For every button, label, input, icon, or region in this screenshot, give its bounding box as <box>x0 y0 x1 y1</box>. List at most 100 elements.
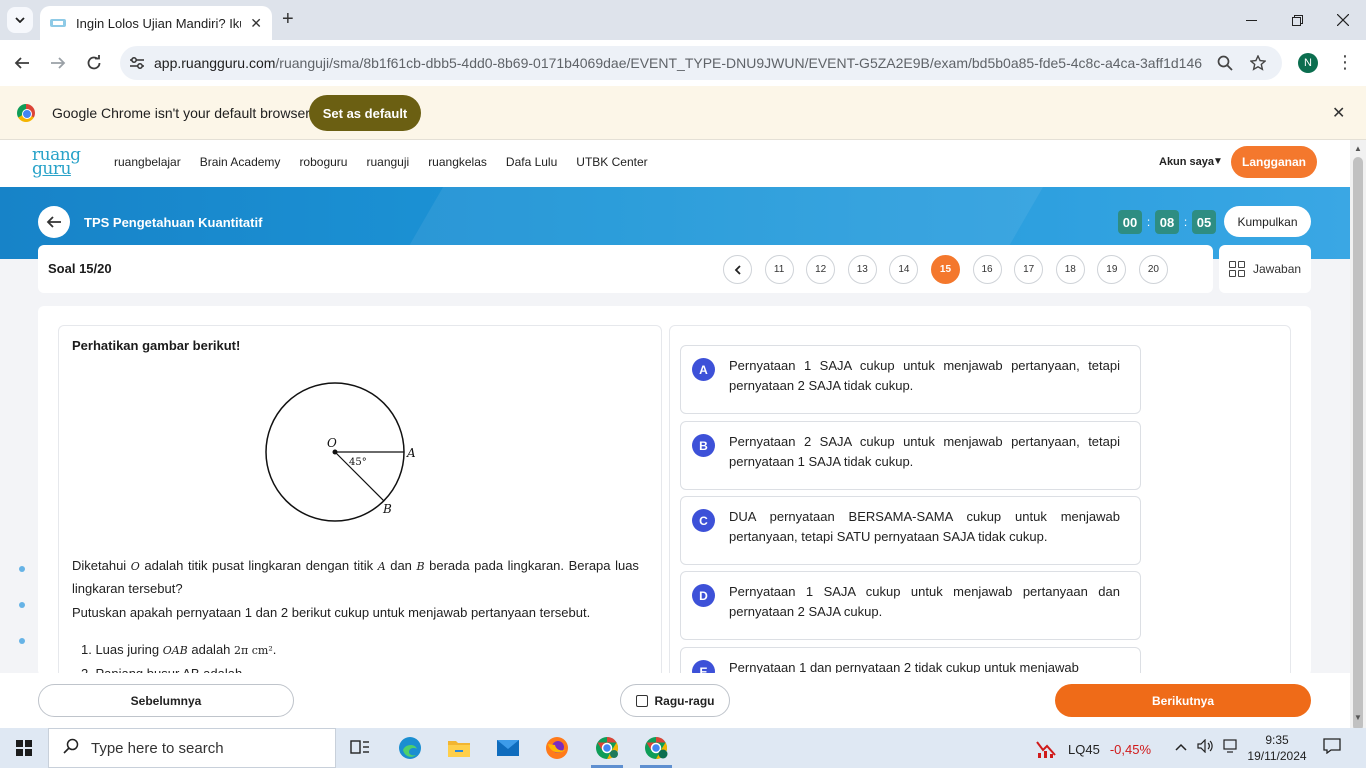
submit-exam-button[interactable]: Kumpulkan <box>1224 206 1311 237</box>
page-scrollbar[interactable]: ▲ ▼ <box>1350 140 1366 731</box>
option-text: Pernyataan 1 SAJA cukup untuk menjawab p… <box>729 358 1120 393</box>
volume-icon[interactable] <box>1197 738 1213 756</box>
exam-timer: 00 : 08 : 05 <box>1118 210 1216 234</box>
new-tab-button[interactable]: + <box>282 9 294 29</box>
restore-window-button[interactable] <box>1274 0 1320 40</box>
timer-hours: 00 <box>1118 210 1142 234</box>
question-instruction: Putuskan apakah pernyataan 1 dan 2 berik… <box>72 605 591 620</box>
account-menu[interactable]: Akun saya <box>1159 156 1214 168</box>
question-number-button[interactable]: 14 <box>889 255 919 284</box>
nav-ruangbelajar[interactable]: ruangbelajar <box>114 155 181 169</box>
task-view-icon[interactable] <box>336 728 384 768</box>
browser-tab-active[interactable]: Ingin Lolos Ujian Mandiri? Ikuti ✕ <box>40 6 272 40</box>
question-number-button[interactable]: 11 <box>764 255 794 284</box>
ruangguru-logo[interactable]: ruang guru <box>32 147 81 178</box>
tray-expand-icon[interactable] <box>1175 739 1187 756</box>
mark-doubt-button[interactable]: Ragu-ragu <box>620 684 730 717</box>
answer-option-c[interactable]: C DUA pernyataan BERSAMA-SAMA cukup untu… <box>680 496 1141 565</box>
nav-utbk-center[interactable]: UTBK Center <box>576 155 647 169</box>
question-number-button[interactable]: 16 <box>972 255 1002 284</box>
question-heading: Perhatikan gambar berikut! <box>72 338 241 353</box>
scroll-thumb[interactable] <box>1353 157 1363 731</box>
previous-question-button[interactable]: Sebelumnya <box>38 684 294 717</box>
infobar-close-icon[interactable]: ✕ <box>1332 103 1345 123</box>
address-bar[interactable]: app.ruangguru.com/ruanguji/sma/8b1f61cb-… <box>120 46 1282 80</box>
caret-down-icon[interactable]: ▼ <box>1213 156 1223 167</box>
question-number-button[interactable]: 20 <box>1138 255 1168 284</box>
options-panel: A Pernyataan 1 SAJA cukup untuk menjawab… <box>669 325 1291 676</box>
exam-back-button[interactable] <box>38 206 70 238</box>
question-number-button[interactable]: 18 <box>1055 255 1085 284</box>
nav-dafa-lulu[interactable]: Dafa Lulu <box>506 155 557 169</box>
answer-option-a[interactable]: A Pernyataan 1 SAJA cukup untuk menjawab… <box>680 345 1141 414</box>
minimize-icon <box>1245 19 1257 21</box>
arrow-right-icon <box>51 57 66 69</box>
question-number-button[interactable]: 19 <box>1097 255 1127 284</box>
subscribe-button[interactable]: Langganan <box>1231 146 1317 178</box>
indicator-dot <box>19 602 25 608</box>
prev-question-page-button[interactable] <box>723 255 752 284</box>
next-question-button[interactable]: Berikutnya <box>1055 684 1311 717</box>
exam-footer: Sebelumnya Ragu-ragu Berikutnya <box>0 673 1350 728</box>
nav-ruangkelas[interactable]: ruangkelas <box>428 155 487 169</box>
answer-option-e[interactable]: E Pernyataan 1 dan pernyataan 2 tidak cu… <box>680 647 1141 676</box>
arrow-left-icon <box>14 57 29 69</box>
tab-close-icon[interactable]: ✕ <box>250 15 262 32</box>
statement-1-value: 2π cm² <box>234 644 273 657</box>
notification-icon[interactable] <box>1323 738 1341 759</box>
question-number-button[interactable]: 13 <box>847 255 877 284</box>
option-text: Pernyataan 1 SAJA cukup untuk menjawab p… <box>729 584 1120 619</box>
answers-overview-button[interactable]: Jawaban <box>1219 245 1311 293</box>
math-var-o: O <box>130 560 140 573</box>
angle-label: 45° <box>349 457 367 468</box>
timer-minutes: 08 <box>1155 210 1179 234</box>
browser-menu-icon[interactable]: ⋮ <box>1336 52 1354 73</box>
doubt-checkbox[interactable] <box>635 694 648 707</box>
chevron-down-icon <box>15 17 25 23</box>
indicator-dot <box>19 566 25 572</box>
reload-button[interactable] <box>82 51 106 75</box>
back-button[interactable] <box>10 51 34 75</box>
question-number-button[interactable]: 17 <box>1014 255 1044 284</box>
exam-title: TPS Pengetahuan Kuantitatif <box>84 215 263 230</box>
stock-chart-icon <box>1036 741 1056 758</box>
start-button[interactable] <box>0 728 48 768</box>
nav-brain-academy[interactable]: Brain Academy <box>200 155 281 169</box>
chrome-taskbar-icon[interactable] <box>583 728 631 768</box>
mail-icon[interactable] <box>484 728 532 768</box>
bookmark-star-icon[interactable] <box>1249 54 1267 72</box>
nav-roboguru[interactable]: roboguru <box>299 155 347 169</box>
taskbar-search[interactable]: Type here to search <box>48 728 336 768</box>
forward-button[interactable] <box>46 51 70 75</box>
main-nav: ruangbelajar Brain Academy roboguru ruan… <box>114 155 667 169</box>
timer-separator: : <box>1146 215 1151 229</box>
zoom-icon[interactable] <box>1216 54 1234 72</box>
minimize-window-button[interactable] <box>1228 0 1274 40</box>
system-clock[interactable]: 9:35 19/11/2024 <box>1245 732 1309 764</box>
answer-option-d[interactable]: D Pernyataan 1 SAJA cukup untuk menjawab… <box>680 571 1141 640</box>
scroll-down-icon[interactable]: ▼ <box>1354 713 1362 722</box>
site-info-button[interactable] <box>120 46 154 80</box>
file-explorer-icon[interactable] <box>435 728 483 768</box>
scroll-up-icon[interactable]: ▲ <box>1354 144 1362 153</box>
site-header: ruang guru ruangbelajar Brain Academy ro… <box>0 140 1350 187</box>
chrome-profile-taskbar-icon[interactable] <box>632 728 680 768</box>
edge-icon[interactable] <box>386 728 434 768</box>
firefox-icon[interactable] <box>533 728 581 768</box>
nav-ruanguji[interactable]: ruanguji <box>366 155 409 169</box>
question-text-part: Diketahui <box>72 558 127 573</box>
tab-search-button[interactable] <box>7 7 33 33</box>
side-indicator <box>19 566 25 674</box>
set-as-default-button[interactable]: Set as default <box>309 95 421 131</box>
doubt-label: Ragu-ragu <box>654 693 715 708</box>
close-window-button[interactable] <box>1320 0 1366 40</box>
question-number-button-active[interactable]: 15 <box>930 255 960 284</box>
stock-ticker-widget[interactable]: LQ45 -0,45% <box>1036 739 1151 759</box>
answer-option-b[interactable]: B Pernyataan 2 SAJA cukup untuk menjawab… <box>680 421 1141 490</box>
statement-1-part: adalah <box>191 642 231 657</box>
network-icon[interactable] <box>1223 739 1239 756</box>
profile-avatar[interactable]: N <box>1298 53 1318 73</box>
question-number-button[interactable]: 12 <box>806 255 836 284</box>
label-o: O <box>327 436 337 450</box>
statement-1-part: . <box>272 642 277 657</box>
